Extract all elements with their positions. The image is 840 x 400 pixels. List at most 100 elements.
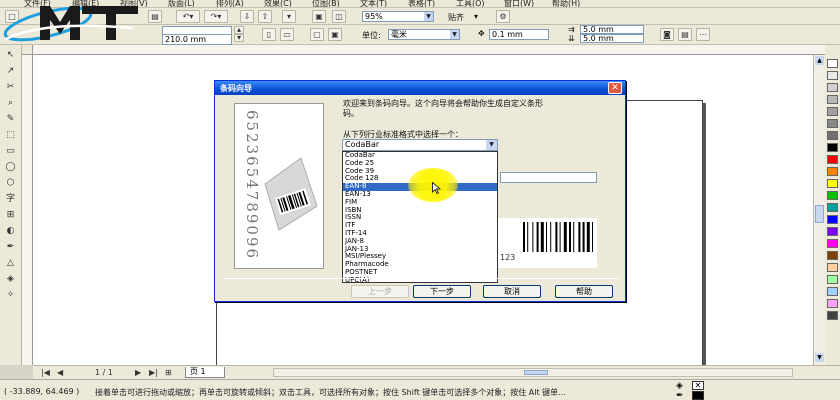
palette-swatch[interactable] <box>827 275 838 284</box>
menu-table[interactable]: 表格(T) <box>408 0 435 7</box>
format-option[interactable]: ITF-14 <box>343 229 497 238</box>
palette-swatch[interactable] <box>827 287 838 296</box>
format-option[interactable]: FIM <box>343 198 497 207</box>
treat-as-filled-button[interactable]: ◙ <box>660 28 674 41</box>
palette-swatch[interactable] <box>827 59 838 68</box>
scroll-down-icon[interactable]: ▼ <box>815 353 824 362</box>
palette-swatch[interactable] <box>827 107 838 116</box>
current-page-button[interactable]: ▣ <box>328 28 342 41</box>
palette-swatch[interactable] <box>827 143 838 152</box>
spin-up-icon[interactable]: ▴ <box>234 26 244 34</box>
next-button[interactable]: 下一步 <box>413 285 471 298</box>
palette-swatch[interactable] <box>827 95 838 104</box>
vertical-scrollbar[interactable]: ▲ ▼ <box>813 55 825 365</box>
scroll-up-icon[interactable]: ▲ <box>815 56 824 65</box>
options-button[interactable]: ⚙ <box>496 10 510 23</box>
table-tool-icon[interactable]: ⊞ <box>2 209 19 222</box>
snap-options-button[interactable]: ⋯ <box>696 28 710 41</box>
nudge-distance-field[interactable]: 0.1 mm <box>489 29 549 40</box>
eyedropper-tool-icon[interactable]: ✒ <box>2 241 19 254</box>
page-tab[interactable]: 页 1 <box>185 367 225 378</box>
palette-swatch[interactable] <box>827 263 838 272</box>
units-select[interactable]: 毫米 ▼ <box>388 29 460 40</box>
no-fill-swatch[interactable]: ✕ <box>692 381 704 390</box>
rectangle-tool-icon[interactable]: ▭ <box>2 145 19 158</box>
interactive-blend-tool-icon[interactable]: ◐ <box>2 225 19 238</box>
fill-indicator-icon[interactable]: ◈ <box>676 381 683 391</box>
outline-color-swatch[interactable] <box>692 391 704 400</box>
palette-swatch[interactable] <box>827 215 838 224</box>
smart-fill-tool-icon[interactable]: ⬚ <box>2 129 19 142</box>
text-tool-icon[interactable]: 字 <box>2 193 19 206</box>
format-option[interactable]: ISBN <box>343 206 497 215</box>
menu-window[interactable]: 窗口(W) <box>504 0 534 7</box>
menu-bitmaps[interactable]: 位图(B) <box>312 0 340 7</box>
welcome-screen-button[interactable]: ▣ <box>312 10 326 23</box>
menu-effects[interactable]: 效果(C) <box>264 0 292 7</box>
palette-swatch[interactable] <box>827 251 838 260</box>
fill-tool-icon[interactable]: ◈ <box>2 273 19 286</box>
help-button[interactable]: 帮助 <box>555 285 613 298</box>
import-button[interactable]: ⇩ <box>240 10 254 23</box>
corel-online-button[interactable]: ◫ <box>332 10 346 23</box>
ruler-origin[interactable] <box>22 45 33 55</box>
last-page-icon[interactable]: ▶| <box>149 368 158 377</box>
horizontal-scrollbar[interactable] <box>273 368 793 377</box>
portrait-button[interactable]: ▯ <box>262 28 276 41</box>
menu-help[interactable]: 帮助(H) <box>552 0 580 7</box>
previous-page-icon[interactable]: ◀ <box>57 368 63 377</box>
landscape-button[interactable]: ▭ <box>280 28 294 41</box>
add-page-icon[interactable]: ⊞ <box>165 368 172 377</box>
outline-indicator-icon[interactable]: ✒ <box>676 391 684 400</box>
palette-swatch[interactable] <box>827 227 838 236</box>
chevron-down-icon[interactable]: ▾ <box>474 12 478 21</box>
palette-swatch[interactable] <box>827 179 838 188</box>
all-pages-button[interactable]: ▢ <box>310 28 324 41</box>
undo-icon[interactable]: ↶▾ <box>176 10 200 23</box>
back-button[interactable]: 上一步 <box>351 285 409 298</box>
export-button[interactable]: ⇧ <box>258 10 272 23</box>
cancel-button[interactable]: 取消 <box>483 285 541 298</box>
duplicate-y-field[interactable]: 5.0 mm <box>580 34 644 43</box>
interactive-fill-tool-icon[interactable]: ✧ <box>2 289 19 302</box>
print-button[interactable]: ▤ <box>148 10 162 23</box>
page-options-button[interactable]: ▤ <box>678 28 692 41</box>
horizontal-ruler[interactable] <box>33 45 825 55</box>
format-option[interactable]: ISSN <box>343 214 497 222</box>
palette-swatch[interactable] <box>827 71 838 80</box>
menu-text[interactable]: 文本(T) <box>360 0 387 7</box>
palette-swatch[interactable] <box>827 119 838 128</box>
zoom-level-select[interactable]: 95% ▼ <box>362 11 434 22</box>
spin-down-icon[interactable]: ▾ <box>234 34 244 42</box>
page-width-field[interactable]: 210.0 mm <box>162 34 232 45</box>
palette-swatch[interactable] <box>827 311 838 320</box>
palette-swatch[interactable] <box>827 167 838 176</box>
pick-tool-icon[interactable]: ↖ <box>2 49 19 62</box>
vertical-ruler[interactable] <box>22 55 33 365</box>
ellipse-tool-icon[interactable]: ◯ <box>2 161 19 174</box>
palette-swatch[interactable] <box>827 131 838 140</box>
menu-tools[interactable]: 工具(O) <box>456 0 485 7</box>
shape-tool-icon[interactable]: ↗ <box>2 65 19 78</box>
freehand-tool-icon[interactable]: ✎ <box>2 113 19 126</box>
scroll-thumb[interactable] <box>815 205 824 223</box>
crop-tool-icon[interactable]: ✂ <box>2 81 19 94</box>
dialog-titlebar[interactable]: 条码向导 ✕ <box>215 81 625 95</box>
menu-layout[interactable]: 版面(L) <box>168 0 195 7</box>
palette-swatch[interactable] <box>827 203 838 212</box>
palette-swatch[interactable] <box>827 299 838 308</box>
outline-tool-icon[interactable]: △ <box>2 257 19 270</box>
palette-swatch[interactable] <box>827 83 838 92</box>
palette-swatch[interactable] <box>827 191 838 200</box>
close-icon[interactable]: ✕ <box>608 82 622 94</box>
palette-swatch[interactable] <box>827 155 838 164</box>
barcode-format-select[interactable]: CodaBar ▼ <box>342 139 498 151</box>
redo-icon[interactable]: ↷▾ <box>204 10 228 23</box>
hidden-input-field[interactable] <box>500 172 597 183</box>
snap-to-label[interactable]: 贴齐 <box>448 12 464 23</box>
zoom-tool-icon[interactable]: ⌕ <box>2 97 19 110</box>
hscroll-thumb[interactable] <box>524 370 548 375</box>
next-page-icon[interactable]: ▶ <box>135 368 141 377</box>
palette-swatch[interactable] <box>827 239 838 248</box>
duplicate-x-field[interactable]: 5.0 mm <box>580 25 644 34</box>
